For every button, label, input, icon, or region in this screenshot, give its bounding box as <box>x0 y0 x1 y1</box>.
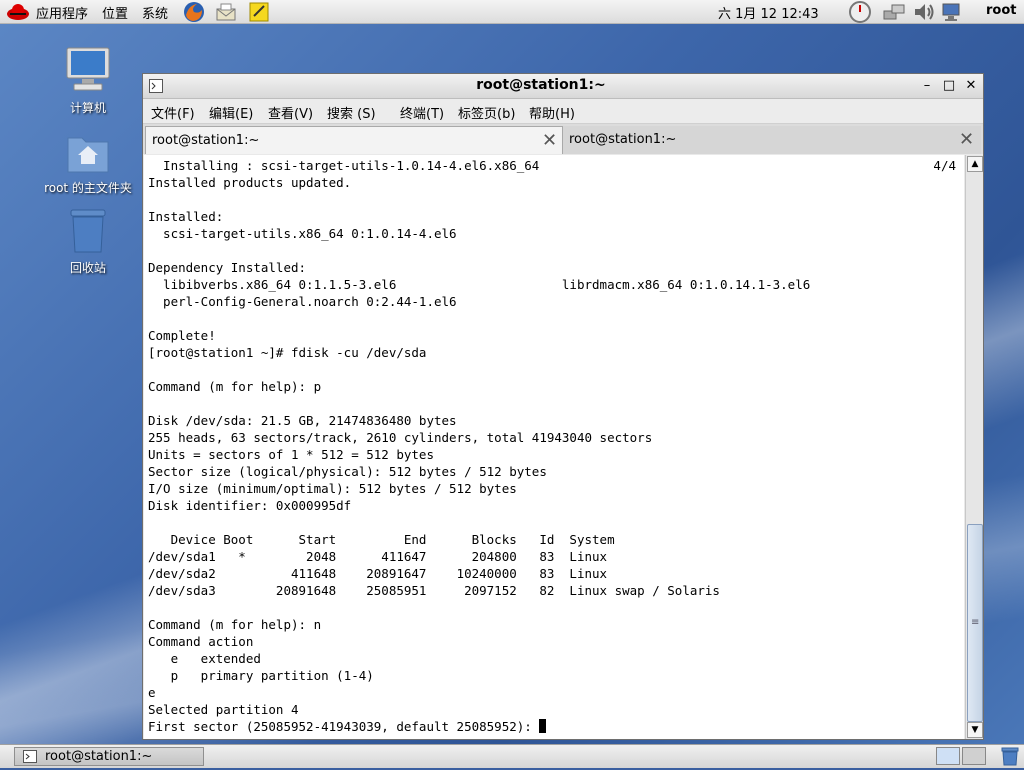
terminal-line: Command (m for help): p <box>148 379 322 394</box>
minimize-button[interactable]: – <box>919 78 935 94</box>
menu-search[interactable]: 搜索 (S) <box>327 103 376 122</box>
terminal-line: /dev/sda1 * 2048 411647 204800 83 Linux <box>148 549 608 564</box>
scrollbar-thumb[interactable]: ≡ <box>967 524 983 722</box>
terminal-line: [root@station1 ~]# fdisk -cu /dev/sda <box>148 345 427 360</box>
mail-icon[interactable] <box>215 1 237 23</box>
desktop-icon-label: 回收站 <box>69 261 106 275</box>
menu-file[interactable]: 文件(F) <box>151 103 195 122</box>
desktop-icon-label: 计算机 <box>69 101 106 115</box>
window-titlebar[interactable]: root@station1:~ – □ ✕ <box>143 74 983 99</box>
terminal-icon <box>23 750 37 767</box>
terminal-line: p primary partition (1-4) <box>148 668 374 683</box>
user-name[interactable]: root <box>986 3 1017 18</box>
desktop-icon-home[interactable]: root 的主文件夹 <box>38 130 138 196</box>
terminal-line: Units = sectors of 1 * 512 = 512 bytes <box>148 447 434 462</box>
terminal-line: scsi-target-utils.x86_64 0:1.0.14-4.el6 <box>148 226 457 241</box>
computer-icon <box>38 46 138 97</box>
taskbar-window-button[interactable]: root@station1:~ <box>14 747 204 766</box>
menu-help[interactable]: 帮助(H) <box>529 103 575 122</box>
terminal-line: e extended <box>148 651 261 666</box>
trash-icon <box>38 208 138 257</box>
menu-edit[interactable]: 编辑(E) <box>209 103 253 122</box>
terminal-screen[interactable]: Installing : scsi-target-utils-1.0.14-4.… <box>144 155 964 739</box>
terminal-window: root@station1:~ – □ ✕ 文件(F) 编辑(E) 查看(V) … <box>142 73 984 740</box>
terminal-line: First sector (25085952-41943039, default… <box>148 719 540 734</box>
terminal-line: Command action <box>148 634 254 649</box>
maximize-button[interactable]: □ <box>941 78 957 94</box>
terminal-line: Complete! <box>148 328 216 343</box>
menu-terminal[interactable]: 终端(T) <box>400 103 444 122</box>
redhat-logo-icon[interactable] <box>6 1 29 23</box>
menu-places[interactable]: 位置 <box>102 3 128 22</box>
tab-close-icon[interactable]: ✕ <box>542 130 557 151</box>
trash-applet-icon[interactable] <box>1000 747 1020 770</box>
terminal-output: Installing : scsi-target-utils-1.0.14-4.… <box>148 157 810 735</box>
text-cursor <box>539 719 547 733</box>
terminal-line: /dev/sda3 20891648 25085951 2097152 82 L… <box>148 583 720 598</box>
menu-tabs[interactable]: 标签页(b) <box>458 103 515 122</box>
workspace-1[interactable] <box>936 747 960 765</box>
network-icon[interactable] <box>882 1 905 23</box>
scroll-up-arrow-icon[interactable]: ▲ <box>967 156 983 172</box>
workspace-2[interactable] <box>962 747 986 765</box>
desktop-icon-label: root 的主文件夹 <box>44 181 132 195</box>
home-folder-icon <box>38 130 138 177</box>
desktop-icon-trash[interactable]: 回收站 <box>38 208 138 276</box>
terminal-line: 255 heads, 63 sectors/track, 2610 cylind… <box>148 430 653 445</box>
terminal-line: e <box>148 685 156 700</box>
desktop-icon-computer[interactable]: 计算机 <box>38 46 138 116</box>
clock[interactable]: 六 1月 12 12:43 <box>718 3 819 22</box>
bottom-panel: root@station1:~ <box>0 744 1024 768</box>
timer-icon[interactable] <box>848 1 871 23</box>
install-progress: 4/4 <box>933 158 956 173</box>
terminal-line: Dependency Installed: <box>148 260 307 275</box>
terminal-scrollbar[interactable]: ▲ ≡ ▼ <box>965 155 983 739</box>
display-icon[interactable] <box>940 1 962 23</box>
terminal-line: perl-Config-General.noarch 0:2.44-1.el6 <box>148 294 457 309</box>
firefox-icon[interactable] <box>183 1 205 23</box>
terminal-line: Selected partition 4 <box>148 702 299 717</box>
tab-close-icon[interactable]: ✕ <box>959 129 974 150</box>
tab-label: root@station1:~ <box>569 132 677 147</box>
window-menubar: 文件(F) 编辑(E) 查看(V) 搜索 (S) 终端(T) 标签页(b) 帮助… <box>143 99 983 124</box>
terminal-line: Disk /dev/sda: 21.5 GB, 21474836480 byte… <box>148 413 457 428</box>
terminal-line: Device Boot Start End Blocks Id System <box>148 532 615 547</box>
taskbar-window-label: root@station1:~ <box>45 749 153 764</box>
tab-label: root@station1:~ <box>152 133 260 148</box>
tab-terminal-1[interactable]: root@station1:~ ✕ <box>145 126 563 154</box>
terminal-line: Installed products updated. <box>148 175 352 190</box>
terminal-line: Installed: <box>148 209 224 224</box>
terminal-line: /dev/sda2 411648 20891647 10240000 83 Li… <box>148 566 608 581</box>
window-title: root@station1:~ <box>476 77 606 93</box>
menu-applications[interactable]: 应用程序 <box>36 3 88 22</box>
tab-bar: root@station1:~ ✕ root@station1:~ ✕ <box>143 124 983 154</box>
terminal-line: Command (m for help): n <box>148 617 322 632</box>
notes-icon[interactable] <box>248 1 270 23</box>
top-panel: 应用程序 位置 系统 六 1月 12 12:43 root <box>0 0 1024 24</box>
volume-icon[interactable] <box>912 1 934 23</box>
scroll-down-arrow-icon[interactable]: ▼ <box>967 722 983 738</box>
close-button[interactable]: ✕ <box>963 78 979 94</box>
terminal-line: libibverbs.x86_64 0:1.1.5-3.el6 librdmac… <box>148 277 811 292</box>
terminal-line: Installing : scsi-target-utils-1.0.14-4.… <box>148 158 540 173</box>
menu-view[interactable]: 查看(V) <box>268 103 313 122</box>
terminal-line: I/O size (minimum/optimal): 512 bytes / … <box>148 481 517 496</box>
terminal-line: Disk identifier: 0x000995df <box>148 498 352 513</box>
terminal-line: Sector size (logical/physical): 512 byte… <box>148 464 547 479</box>
grip-icon: ≡ <box>971 617 980 628</box>
tab-terminal-2[interactable]: root@station1:~ ✕ <box>563 126 981 154</box>
menu-system[interactable]: 系统 <box>142 3 168 22</box>
